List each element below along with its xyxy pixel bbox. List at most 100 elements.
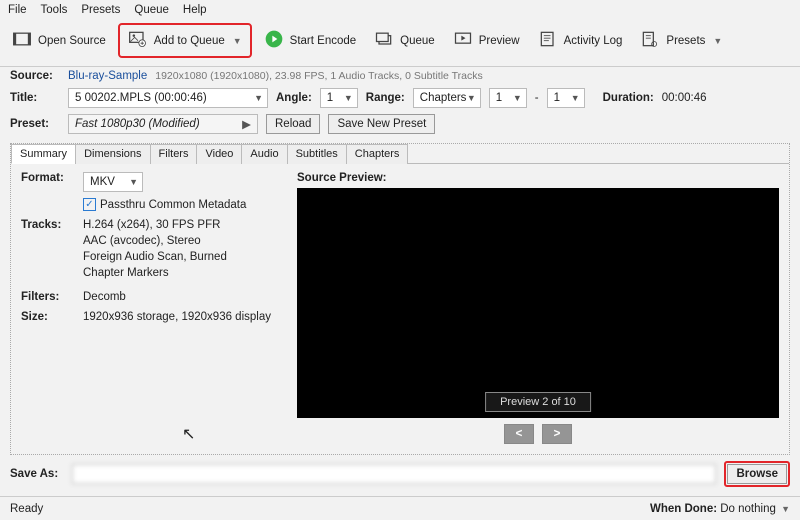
presets-icon: [640, 29, 660, 52]
queue-label: Queue: [400, 35, 435, 47]
status-bar: Ready When Done: Do nothing ▼: [0, 496, 800, 520]
source-name: Blu-ray-Sample: [68, 70, 147, 82]
film-icon: [12, 29, 32, 52]
tab-audio[interactable]: Audio: [241, 144, 287, 164]
preview-button[interactable]: Preview: [447, 26, 526, 55]
range-to-value: 1: [554, 92, 560, 104]
open-source-button[interactable]: Open Source: [6, 26, 112, 55]
duration-value: 00:00:46: [662, 92, 707, 104]
add-to-queue-button[interactable]: Add to Queue ▼: [122, 26, 248, 55]
chevron-down-icon: ▼: [254, 93, 263, 103]
preview-icon: [453, 29, 473, 52]
menu-queue[interactable]: Queue: [134, 4, 169, 16]
menu-tools[interactable]: Tools: [41, 4, 68, 16]
filters-label: Filters:: [21, 291, 83, 303]
menu-file[interactable]: File: [8, 4, 27, 16]
when-done[interactable]: When Done: Do nothing ▼: [650, 503, 790, 515]
image-plus-icon: [128, 29, 148, 52]
format-select[interactable]: MKV▼: [83, 172, 143, 192]
presets-button[interactable]: Presets ▼: [634, 26, 728, 55]
open-source-label: Open Source: [38, 35, 106, 47]
main-panel: Summary Dimensions Filters Video Audio S…: [10, 143, 790, 455]
track-item: Foreign Audio Scan, Burned: [83, 251, 281, 263]
format-label: Format:: [21, 172, 83, 211]
chevron-down-icon: ▼: [467, 93, 476, 103]
menu-help[interactable]: Help: [183, 4, 207, 16]
source-label: Source:: [10, 70, 60, 82]
check-icon: ✓: [83, 198, 96, 211]
tab-chapters[interactable]: Chapters: [346, 144, 409, 164]
tab-subtitles[interactable]: Subtitles: [287, 144, 347, 164]
menu-presets[interactable]: Presets: [81, 4, 120, 16]
start-encode-label: Start Encode: [290, 35, 356, 47]
save-as-label: Save As:: [10, 468, 64, 480]
when-done-value: Do nothing: [720, 503, 776, 515]
title-value: 5 00202.MPLS (00:00:46): [75, 92, 207, 104]
tabs: Summary Dimensions Filters Video Audio S…: [11, 143, 789, 164]
range-from-value: 1: [496, 92, 502, 104]
queue-button[interactable]: Queue: [368, 26, 441, 55]
angle-select[interactable]: 1▼: [320, 88, 358, 108]
toolbar: Open Source Add to Queue ▼ Start Encode …: [0, 20, 800, 67]
preview-prev-button[interactable]: <: [504, 424, 534, 444]
track-item: H.264 (x264), 30 FPS PFR: [83, 219, 281, 231]
chevron-right-icon: ▶: [242, 117, 251, 131]
preset-select[interactable]: Fast 1080p30 (Modified) ▶: [68, 114, 258, 134]
range-type-select[interactable]: Chapters▼: [413, 88, 481, 108]
chevron-down-icon: ▼: [344, 93, 353, 103]
source-preview: Preview 2 of 10: [297, 188, 779, 418]
chevron-down-icon: ▼: [781, 504, 790, 514]
angle-value: 1: [327, 92, 333, 104]
tab-summary[interactable]: Summary: [11, 144, 76, 164]
range-to-select[interactable]: 1▼: [547, 88, 585, 108]
angle-label: Angle:: [276, 92, 312, 104]
log-icon: [538, 29, 558, 52]
preview-label: Preview: [479, 35, 520, 47]
range-from-select[interactable]: 1▼: [489, 88, 527, 108]
tab-filters[interactable]: Filters: [150, 144, 198, 164]
title-label: Title:: [10, 92, 60, 104]
range-dash: -: [535, 92, 539, 104]
track-item: Chapter Markers: [83, 267, 281, 279]
browse-button[interactable]: Browse: [727, 464, 787, 484]
passthru-checkbox[interactable]: ✓ Passthru Common Metadata: [83, 198, 246, 211]
preview-counter: Preview 2 of 10: [485, 392, 591, 412]
preview-label: Source Preview:: [297, 172, 779, 184]
activity-log-label: Activity Log: [564, 35, 623, 47]
title-row: Title: 5 00202.MPLS (00:00:46) ▼ Angle: 1…: [0, 85, 800, 111]
tab-dimensions[interactable]: Dimensions: [75, 144, 150, 164]
duration-label: Duration:: [603, 92, 654, 104]
filters-value: Decomb: [83, 291, 281, 303]
queue-icon: [374, 29, 394, 52]
save-as-field[interactable]: [72, 464, 716, 484]
chevron-down-icon: ▼: [233, 36, 242, 46]
range-label: Range:: [366, 92, 405, 104]
tracks-list: H.264 (x264), 30 FPS PFR AAC (avcodec), …: [83, 219, 281, 283]
summary-panel: Format: MKV▼ ✓ Passthru Common Metadata …: [11, 164, 789, 448]
status-ready: Ready: [10, 503, 43, 515]
format-value: MKV: [90, 176, 115, 188]
size-value: 1920x936 storage, 1920x936 display: [83, 311, 281, 323]
size-label: Size:: [21, 311, 83, 323]
chevron-down-icon: ▼: [513, 93, 522, 103]
menubar: File Tools Presets Queue Help: [0, 0, 800, 20]
add-to-queue-highlight: Add to Queue ▼: [118, 23, 252, 58]
when-done-label: When Done:: [650, 503, 717, 515]
track-item: AAC (avcodec), Stereo: [83, 235, 281, 247]
source-row: Source: Blu-ray-Sample 1920x1080 (1920x1…: [0, 67, 800, 85]
preset-value: Fast 1080p30 (Modified): [75, 118, 200, 130]
presets-label: Presets: [666, 35, 705, 47]
preview-next-button[interactable]: >: [542, 424, 572, 444]
start-encode-button[interactable]: Start Encode: [258, 26, 362, 55]
activity-log-button[interactable]: Activity Log: [532, 26, 629, 55]
play-icon: [264, 29, 284, 52]
browse-highlight: Browse: [724, 461, 790, 487]
tab-video[interactable]: Video: [196, 144, 242, 164]
title-select[interactable]: 5 00202.MPLS (00:00:46) ▼: [68, 88, 268, 108]
reload-button[interactable]: Reload: [266, 114, 320, 134]
source-info: 1920x1080 (1920x1080), 23.98 FPS, 1 Audi…: [155, 70, 482, 82]
save-new-preset-button[interactable]: Save New Preset: [328, 114, 435, 134]
range-type-value: Chapters: [420, 92, 467, 104]
tracks-label: Tracks:: [21, 219, 83, 283]
passthru-label: Passthru Common Metadata: [100, 199, 246, 211]
